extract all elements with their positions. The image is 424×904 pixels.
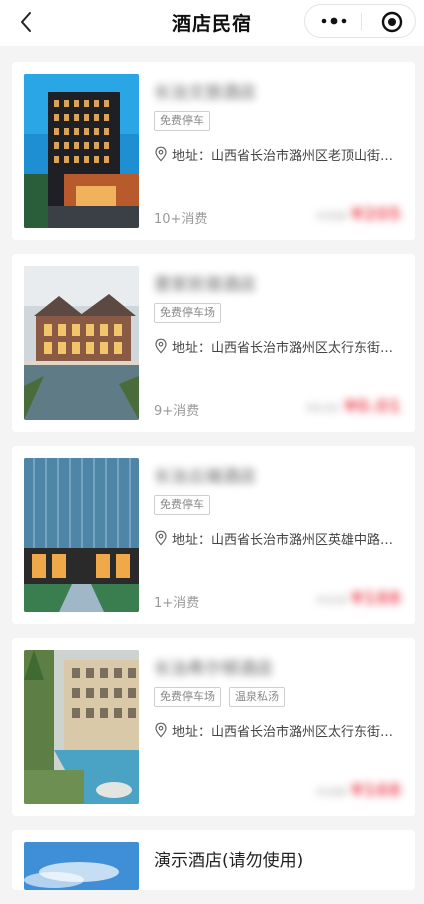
- address-text: 地址：山西省长治市潞州区太行东街…: [172, 724, 394, 740]
- hotel-tags: 免费停车: [154, 111, 210, 131]
- hotel-card[interactable]: 壹家民宿酒店 免费停车场 地址：山西省长治市潞州区太行东街… 9+消费 ¥0.0…: [12, 254, 415, 432]
- original-price: ¥188: [316, 785, 347, 799]
- hotel-tags: 免费停车场: [154, 303, 221, 323]
- tag-hot-spring: 温泉私汤: [229, 687, 285, 707]
- hotel-tags: 免费停车: [154, 495, 210, 515]
- hotel-photo: [24, 74, 139, 228]
- consumption-count: 9+消费: [154, 404, 200, 419]
- original-price: ¥268: [316, 209, 347, 223]
- consumption-count: 1+消费: [154, 596, 200, 611]
- close-mini-program-icon[interactable]: [381, 11, 403, 33]
- hotel-tags: 免费停车场 温泉私汤: [154, 687, 285, 707]
- sale-price: ¥205: [350, 204, 401, 225]
- more-options-icon[interactable]: [319, 13, 349, 29]
- hotel-address: 地址：山西省长治市潞州区太行东街…: [154, 720, 404, 740]
- consumption-count: 10+消费: [154, 212, 208, 227]
- hotel-photo: [24, 842, 139, 890]
- hotel-address: 地址：山西省长治市潞州区老顶山街道…: [154, 144, 404, 164]
- hotel-name: 壹家民宿酒店: [154, 275, 256, 295]
- original-price: ¥218: [316, 593, 347, 607]
- hotel-name: 演示酒店(请勿使用): [154, 851, 304, 871]
- location-pin-icon: [155, 530, 167, 546]
- location-pin-icon: [155, 146, 167, 162]
- hotel-name: 长治文旅酒店: [154, 83, 256, 103]
- hotel-card[interactable]: 长治希尔顿酒店 免费停车场 温泉私汤 地址：山西省长治市潞州区太行东街… ¥18…: [12, 638, 415, 816]
- tag-free-parking: 免费停车场: [154, 303, 221, 323]
- price-group: ¥188 ¥168: [316, 780, 401, 801]
- hotel-address: 地址：山西省长治市潞州区太行东街…: [154, 336, 404, 356]
- navigation-bar: 酒店民宿: [0, 0, 424, 46]
- price-group: ¥268 ¥205: [316, 204, 401, 225]
- original-price: ¥0.01: [305, 401, 341, 415]
- hotel-photo: [24, 650, 139, 804]
- location-pin-icon: [155, 722, 167, 738]
- price-group: ¥0.01 ¥0.01: [306, 396, 401, 417]
- sale-price: ¥188: [350, 588, 401, 609]
- mini-program-capsule: [304, 4, 416, 38]
- hotel-card[interactable]: 长治云端酒店 免费停车 地址：山西省长治市潞州区英雄中路… 1+消费 ¥218 …: [12, 446, 415, 624]
- address-text: 地址：山西省长治市潞州区老顶山街道…: [172, 148, 404, 164]
- address-text: 地址：山西省长治市潞州区太行东街…: [172, 340, 394, 356]
- location-pin-icon: [155, 338, 167, 354]
- tag-free-parking: 免费停车场: [154, 687, 221, 707]
- sale-price: ¥0.01: [344, 396, 401, 417]
- tag-free-parking: 免费停车: [154, 495, 210, 515]
- hotel-photo: [24, 266, 139, 420]
- hotel-list: 长治文旅酒店 免费停车 地址：山西省长治市潞州区老顶山街道… 10+消费 ¥26…: [12, 62, 415, 904]
- hotel-photo: [24, 458, 139, 612]
- tag-free-parking: 免费停车: [154, 111, 210, 131]
- price-group: ¥218 ¥188: [316, 588, 401, 609]
- sale-price: ¥168: [350, 780, 401, 801]
- hotel-name: 长治云端酒店: [154, 467, 256, 487]
- capsule-divider: [361, 13, 362, 30]
- hotel-address: 地址：山西省长治市潞州区英雄中路…: [154, 528, 404, 548]
- address-text: 地址：山西省长治市潞州区英雄中路…: [172, 532, 394, 548]
- hotel-card[interactable]: 长治文旅酒店 免费停车 地址：山西省长治市潞州区老顶山街道… 10+消费 ¥26…: [12, 62, 415, 240]
- hotel-name: 长治希尔顿酒店: [154, 659, 273, 679]
- hotel-card[interactable]: 演示酒店(请勿使用): [12, 830, 415, 890]
